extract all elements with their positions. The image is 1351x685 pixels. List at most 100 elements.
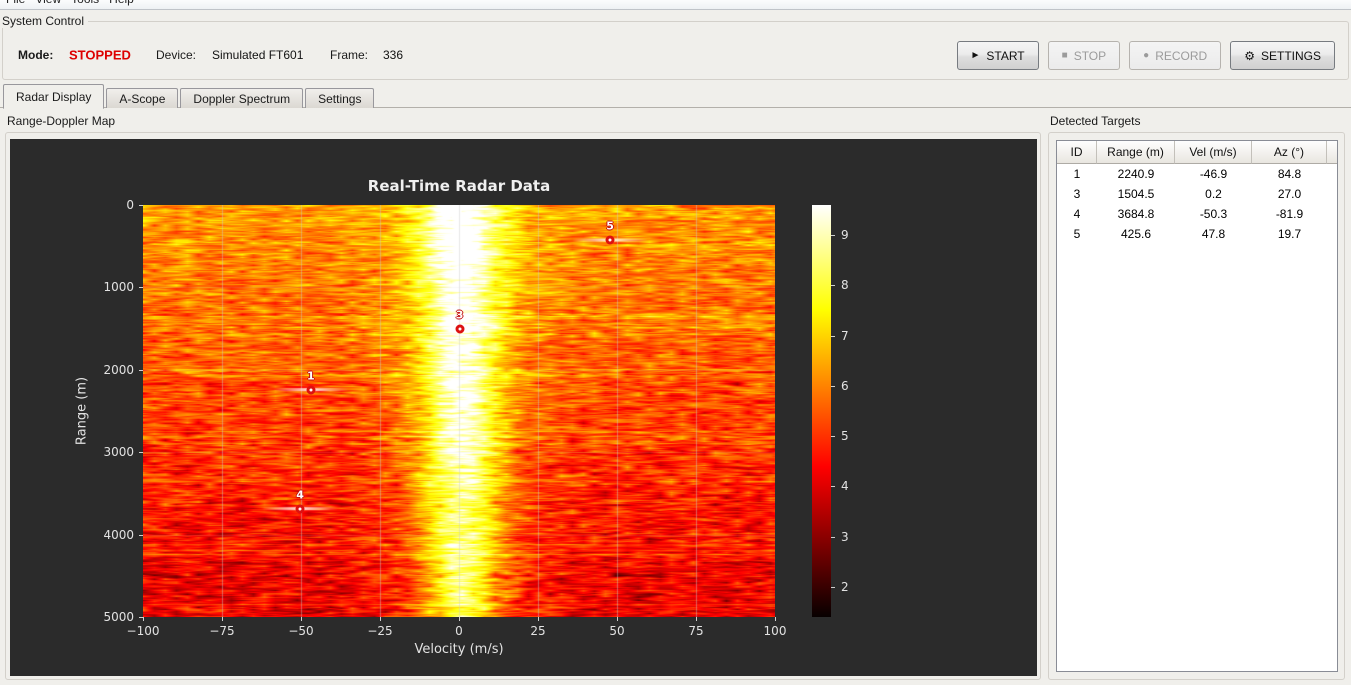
colorbar-tick-mark xyxy=(831,486,835,487)
table-cell: 3684.8 xyxy=(1117,207,1155,221)
column-header-az-[interactable]: Az (°) xyxy=(1252,141,1327,164)
table-cell: -81.9 xyxy=(1275,207,1304,221)
table-cell: -46.9 xyxy=(1199,167,1228,181)
detected-targets-title: Detected Targets xyxy=(1048,114,1145,128)
target-marker: 5 xyxy=(605,220,615,245)
column-header-id[interactable]: ID xyxy=(1057,141,1097,164)
column-header-filler xyxy=(1327,141,1337,164)
x-tick-mark xyxy=(301,617,302,621)
colorbar-tick-mark xyxy=(831,436,835,437)
table-row[interactable]: 5 425.6 47.8 19.7 xyxy=(1057,224,1337,244)
stop-button: ■ STOP xyxy=(1047,41,1121,70)
x-tick-mark xyxy=(696,617,697,621)
table-cell: 1 xyxy=(1073,167,1081,181)
y-tick-label: 4000 xyxy=(103,527,134,542)
stop-icon: ■ xyxy=(1061,49,1068,61)
start-button-label: START xyxy=(986,48,1025,63)
table-cell: 19.7 xyxy=(1277,227,1302,241)
y-tick-label: 5000 xyxy=(103,610,134,624)
y-tick-mark xyxy=(139,452,143,453)
x-axis-label: Velocity (m/s) xyxy=(414,642,504,657)
target-marker: 3 xyxy=(455,308,465,334)
frame-value: 336 xyxy=(383,48,404,62)
x-tick-label: −100 xyxy=(126,624,160,638)
settings-button-label: SETTINGS xyxy=(1260,48,1321,63)
radar-app-window: File View Tools Help System Control Mode: S… xyxy=(0,0,1351,685)
settings-button[interactable]: ⚙ SETTINGS xyxy=(1230,41,1335,70)
colorbar-tick-label: 6 xyxy=(841,378,849,393)
table-cell: 5 xyxy=(1073,227,1081,241)
colorbar-tick-mark xyxy=(831,587,835,588)
colorbar-tick-mark xyxy=(831,285,835,286)
table-row[interactable]: 1 2240.9 -46.9 84.8 xyxy=(1057,164,1337,184)
y-tick-mark xyxy=(139,287,143,288)
y-tick-mark xyxy=(139,205,143,206)
device-label: Device: xyxy=(156,48,197,62)
table-cell: 0.2 xyxy=(1205,187,1222,201)
targets-table: ID Range (m) Vel (m/s) Az (°) 1 2240.9 -46.9 8… xyxy=(1056,140,1338,672)
record-button-label: RECORD xyxy=(1155,48,1208,63)
x-tick-label: 75 xyxy=(688,624,704,638)
range-doppler-plot: Real-Time Radar Data −100 −75 −50 −25 0 25 50 7… xyxy=(10,139,1037,676)
colorbar-tick-mark xyxy=(831,386,835,387)
colorbar-tick-mark xyxy=(831,235,835,236)
colorbar-tick-label: 2 xyxy=(841,579,849,594)
menu-label: File xyxy=(6,0,25,6)
y-tick-mark xyxy=(139,617,143,618)
range-doppler-heatmap xyxy=(143,205,775,617)
menu-label: View xyxy=(35,0,61,6)
start-button[interactable]: ► START xyxy=(956,41,1039,70)
plot-axes: −100 −75 −50 −25 0 25 50 75 100 0 1000 2000 3000 4000… xyxy=(103,198,786,638)
gear-icon: ⚙ xyxy=(1244,48,1255,63)
target-marker: 1 xyxy=(306,369,316,395)
colorbar-tick-label: 5 xyxy=(841,429,849,444)
target-marker-label: 1 xyxy=(306,369,315,383)
menu-file[interactable]: File xyxy=(6,0,25,9)
colorbar-tick-label: 9 xyxy=(841,228,849,243)
targets-table-header: ID Range (m) Vel (m/s) Az (°) xyxy=(1057,141,1337,164)
x-tick-mark xyxy=(617,617,618,621)
colorbar-tick-mark xyxy=(831,336,835,337)
menu-tools[interactable]: Tools xyxy=(71,0,99,9)
menu-bar: File View Tools Help xyxy=(0,0,1351,10)
x-tick-mark xyxy=(775,617,776,621)
y-tick-mark xyxy=(139,370,143,371)
tab-radar-display[interactable]: Radar Display xyxy=(3,84,105,109)
control-buttons: ► START ■ STOP ● RECORD ⚙ SETTINGS xyxy=(956,41,1335,70)
y-axis-label: Range (m) xyxy=(74,376,90,446)
table-cell: 3 xyxy=(1073,187,1081,201)
colorbar-tick-label: 7 xyxy=(841,328,849,343)
colorbar-tick-mark xyxy=(831,537,835,538)
column-header-vel-m-s-[interactable]: Vel (m/s) xyxy=(1175,141,1252,164)
colorbar xyxy=(812,205,831,617)
table-row[interactable]: 4 3684.8 -50.3 -81.9 xyxy=(1057,204,1337,224)
menu-label: Help xyxy=(109,0,134,6)
tab-a-scope[interactable]: A-Scope xyxy=(106,88,179,108)
x-tick-label: 25 xyxy=(530,624,546,638)
system-control-title: System Control xyxy=(0,14,89,28)
colorbar-tick-label: 4 xyxy=(841,479,849,494)
tab-doppler-spectrum[interactable]: Doppler Spectrum xyxy=(180,88,304,108)
table-cell: 84.8 xyxy=(1277,167,1302,181)
target-marker-label: 4 xyxy=(296,488,304,502)
x-tick-label: 50 xyxy=(609,624,625,638)
tab-settings[interactable]: Settings xyxy=(305,88,375,108)
y-tick-label: 3000 xyxy=(103,445,134,460)
y-tick-mark xyxy=(139,535,143,536)
table-cell: 47.8 xyxy=(1201,227,1226,241)
menu-view[interactable]: View xyxy=(35,0,61,9)
x-tick-mark xyxy=(380,617,381,621)
table-cell: 1504.5 xyxy=(1117,187,1155,201)
tab-bar: Radar Display A-Scope Doppler Spectrum Sett… xyxy=(0,83,1351,109)
menu-help[interactable]: Help xyxy=(109,0,134,9)
colorbar-tick-label: 8 xyxy=(841,278,849,293)
x-tick-mark xyxy=(459,617,460,621)
colorbar-tick-label: 3 xyxy=(841,529,849,544)
mode-value: STOPPED xyxy=(69,47,131,63)
stop-button-label: STOP xyxy=(1073,48,1107,63)
column-header-range-m-[interactable]: Range (m) xyxy=(1097,141,1175,164)
table-row[interactable]: 3 1504.5 0.2 27.0 xyxy=(1057,184,1337,204)
y-tick-label: 2000 xyxy=(103,362,134,377)
table-cell: 425.6 xyxy=(1120,227,1152,241)
table-cell: 4 xyxy=(1073,207,1081,221)
